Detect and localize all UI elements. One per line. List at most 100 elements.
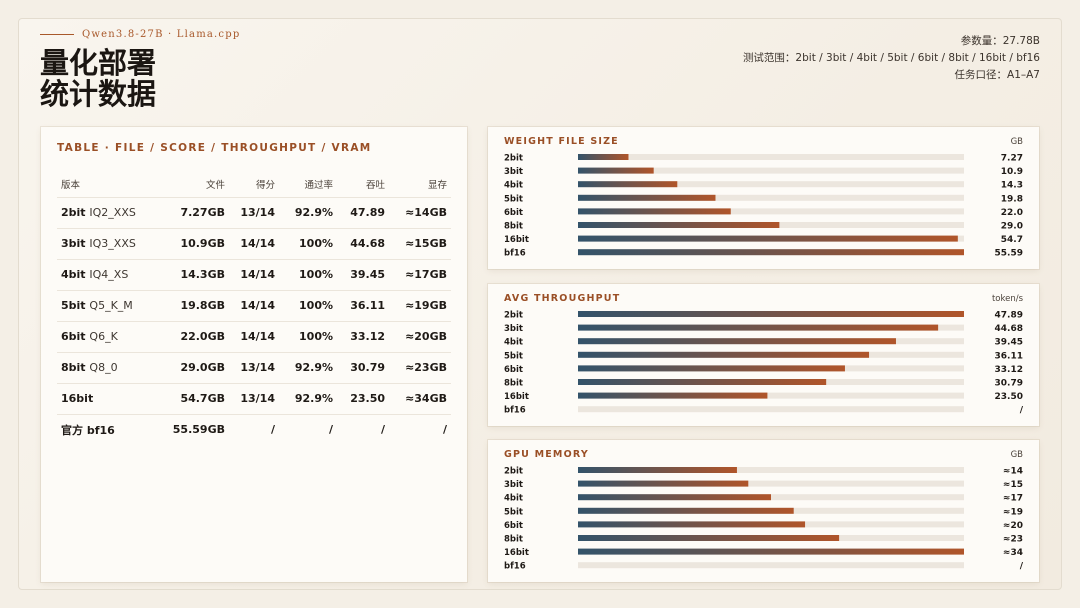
cell-version: 4bit IQ4_XS (57, 258, 167, 290)
bar (578, 311, 964, 317)
value-label: 36.11 (995, 351, 1023, 361)
table-row: 6bit Q6_K 22.0GB 14/14 100% 33.12 ≈20GB (57, 320, 451, 352)
cell-pass: 92.9% (279, 382, 337, 414)
cell-pass: 100% (279, 258, 337, 290)
cell-score: 13/14 (229, 196, 279, 228)
value-label: 19.8 (1001, 194, 1023, 204)
col-header-version: 版本 (61, 179, 81, 191)
bar (578, 181, 678, 188)
page-title-line1: 量化部署 (40, 46, 157, 80)
value-label: 10.9 (1001, 167, 1023, 177)
col-header-pass: 通过率 (304, 179, 333, 191)
cell-version: 16bit (57, 382, 167, 414)
bar (578, 379, 827, 385)
category-label: 3bit (504, 480, 523, 490)
kicker-text: Qwen3.8-27B · Llama.cpp (82, 29, 241, 40)
value-label: 44.68 (995, 324, 1023, 334)
category-label: 4bit (504, 494, 523, 504)
cell-file: 29.0GB (167, 351, 229, 383)
category-label: 2bit (504, 467, 523, 477)
cell-file: 10.9GB (167, 227, 229, 259)
col-header-vram: 显存 (427, 179, 447, 191)
value-label: 7.27 (1001, 154, 1023, 164)
value-label: 33.12 (995, 365, 1023, 375)
meta-range: 测试范围：2bit / 3bit / 4bit / 5bit / 6bit / … (742, 52, 1040, 64)
bar (578, 480, 749, 487)
category-label: bf16 (504, 406, 526, 416)
cell-file: 7.27GB (167, 196, 229, 228)
cell-vram: ≈20GB (389, 320, 451, 352)
version-bits: 6bit (61, 330, 86, 343)
cell-file: 54.7GB (167, 382, 229, 414)
cell-version: 8bit Q8_0 (57, 351, 167, 383)
category-label: 5bit (504, 507, 523, 517)
cell-throughput: 44.68 (337, 227, 389, 259)
table-header-row: 版本 文件 得分 通过率 吞吐 显存 (57, 171, 451, 197)
bar (578, 324, 939, 331)
category-label: 2bit (504, 154, 523, 164)
bar (578, 222, 780, 228)
page-title-line2: 统计数据 (40, 77, 157, 111)
bar (578, 467, 737, 473)
value-label: ≈14 (1003, 467, 1023, 477)
category-label: 5bit (504, 351, 523, 361)
cell-vram: ≈14GB (389, 196, 451, 228)
value-label: 22.0 (1001, 208, 1023, 218)
value-label: 39.45 (995, 338, 1023, 348)
cell-pass: / (279, 413, 337, 445)
cell-throughput: 23.50 (337, 382, 389, 414)
version-quant: IQ4_XS (89, 268, 129, 281)
bar (578, 208, 731, 215)
cell-vram: ≈19GB (389, 289, 451, 321)
value-label: / (1020, 406, 1024, 416)
cell-version: 3bit IQ3_XXS (57, 227, 167, 259)
bar-track (578, 154, 964, 160)
bar-track (578, 406, 964, 413)
bar (578, 535, 840, 541)
value-label: ≈34 (1003, 548, 1023, 558)
cell-file: 19.8GB (167, 289, 229, 321)
category-label: 3bit (504, 167, 523, 177)
cell-score: 13/14 (229, 351, 279, 383)
version-bits: 16bit (61, 392, 94, 405)
table-row: 16bit 54.7GB 13/14 92.9% 23.50 ≈34GB (57, 382, 451, 414)
version-quant: Q8_0 (89, 361, 118, 374)
meta-info: 参数量：27.78B 测试范围：2bit / 3bit / 4bit / 5bi… (743, 33, 1040, 84)
meta-params: 参数量：27.78B (960, 35, 1040, 47)
category-label: 6bit (504, 365, 523, 375)
table-row: 3bit IQ3_XXS 10.9GB 14/14 100% 44.68 ≈15GB (57, 227, 451, 259)
cell-pass: 100% (279, 320, 337, 352)
stats-table: 版本 文件 得分 通过率 吞吐 显存 2bit IQ2_XXS 7.27GB 13/… (57, 171, 451, 445)
bar (578, 494, 771, 501)
stats-table-card: TABLE · FILE / SCORE / THROUGHPUT / VRAM… (41, 127, 467, 582)
category-label: 3bit (504, 324, 523, 334)
cell-vram: ≈17GB (389, 258, 451, 290)
cell-score: 14/14 (229, 227, 279, 259)
value-label: ≈20 (1003, 521, 1023, 531)
table-row: 4bit IQ4_XS 14.3GB 14/14 100% 39.45 ≈17GB (57, 258, 451, 290)
bar (578, 154, 629, 160)
cell-vram: ≈23GB (389, 351, 451, 383)
cell-file: 14.3GB (167, 258, 229, 290)
category-label: 16bit (504, 392, 529, 402)
value-label: 14.3 (1001, 181, 1023, 191)
cell-pass: 100% (279, 289, 337, 321)
category-label: bf16 (504, 562, 526, 572)
bar (578, 194, 716, 201)
category-label: 8bit (504, 535, 523, 545)
bar (578, 167, 654, 174)
category-label: 6bit (504, 521, 523, 531)
bar-chart: 2bit 7.27 3bit 10.9 4bit 14.3 5bit 19.8 6bit 22.0… (504, 154, 1023, 259)
cell-vram: / (389, 413, 451, 445)
bar-chart: 2bit 47.89 3bit 44.68 4bit 39.45 5bit 36.11 6bit… (504, 311, 1024, 416)
category-label: 8bit (504, 379, 523, 389)
value-label: ≈17 (1003, 494, 1023, 504)
bar (578, 507, 794, 514)
version-bits: 8bit (61, 361, 86, 374)
cell-throughput: / (337, 413, 389, 445)
value-label: ≈23 (1003, 535, 1023, 545)
category-label: 2bit (504, 311, 523, 321)
col-header-score: 得分 (255, 179, 275, 191)
chart-card-avg-throughput: AVG THROUGHPUT token/s 2bit 47.89 3bit 44.6… (488, 284, 1039, 426)
category-label: 4bit (504, 338, 523, 348)
